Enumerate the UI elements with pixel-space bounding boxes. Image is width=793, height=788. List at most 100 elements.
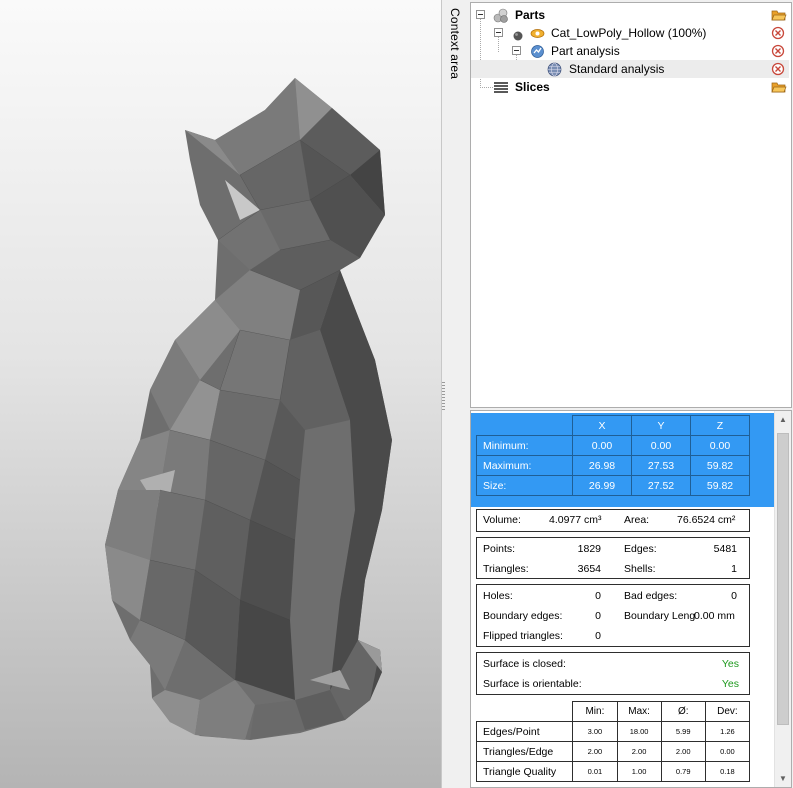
edges-label: Edges: xyxy=(624,543,657,555)
boundary-length-label: Boundary Leng xyxy=(624,610,696,622)
size-y: 27.52 xyxy=(631,475,691,496)
mesh-counts-box: Points: 1829 Edges: 5481 Triangles: 3654… xyxy=(476,537,750,579)
analysis-icon xyxy=(530,44,545,59)
stat-max: 2.00 xyxy=(616,741,662,762)
size-z: 59.82 xyxy=(690,475,750,496)
bad-edges-value: 0 xyxy=(731,590,737,602)
collapse-toggle[interactable] xyxy=(494,28,503,37)
area-label: Area: xyxy=(624,514,650,526)
collapse-toggle[interactable] xyxy=(512,46,521,55)
parts-tree[interactable]: Parts Cat_LowPoly_Hollow (100%) Part ana… xyxy=(470,2,792,408)
edges-value: 5481 xyxy=(713,543,737,555)
row-label: Minimum: xyxy=(476,435,573,456)
bad-edges-label: Bad edges: xyxy=(624,590,678,602)
max-y: 27.53 xyxy=(631,455,691,476)
surface-orientable-label: Surface is orientable: xyxy=(483,678,582,690)
remove-icon[interactable] xyxy=(771,44,785,58)
surface-orientable-value: Yes xyxy=(721,678,739,690)
tree-label: Slices xyxy=(515,80,550,94)
tree-row-parts[interactable]: Parts xyxy=(471,6,789,24)
3d-viewport[interactable] xyxy=(0,0,441,788)
triangles-value: 3654 xyxy=(577,563,601,575)
points-value: 1829 xyxy=(577,543,601,555)
analysis-panel: X Y Z Minimum: 0.00 0.00 0.00 Maximum: 2… xyxy=(470,410,792,788)
min-x: 0.00 xyxy=(572,435,632,456)
stat-min: 0.01 xyxy=(572,761,618,782)
tree-row-analysis[interactable]: Part analysis xyxy=(471,42,789,60)
header-x: X xyxy=(572,415,632,436)
stat-dev: 1.26 xyxy=(704,721,751,742)
tree-row-standard-analysis[interactable]: Standard analysis xyxy=(471,60,789,78)
tree-label: Standard analysis xyxy=(569,62,665,76)
parts-icon xyxy=(493,8,508,23)
row-label: Maximum: xyxy=(476,455,573,476)
boundary-edges-value: 0 xyxy=(595,610,601,622)
stat-dev: 0.18 xyxy=(704,761,751,782)
scrollbar-thumb[interactable] xyxy=(777,433,789,725)
area-value: 76.6524 cm² xyxy=(677,514,736,526)
stat-dev: 0.00 xyxy=(704,741,751,762)
tree-label: Part analysis xyxy=(551,44,620,58)
surface-closed-label: Surface is closed: xyxy=(483,658,566,670)
open-folder-icon[interactable] xyxy=(771,80,787,94)
row-label: Size: xyxy=(476,475,573,496)
corner-cell xyxy=(476,415,573,436)
remove-icon[interactable] xyxy=(771,26,785,40)
mesh-statistics-table: Min: Max: Ø: Dev: Edges/Point 3.00 18.00… xyxy=(475,701,751,782)
surface-closed-value: Yes xyxy=(721,658,739,670)
stat-avg: 5.99 xyxy=(660,721,706,742)
open-folder-icon[interactable] xyxy=(771,8,787,22)
header-y: Y xyxy=(631,415,691,436)
bounding-box-table: X Y Z Minimum: 0.00 0.00 0.00 Maximum: 2… xyxy=(476,415,750,496)
bounding-box-section: X Y Z Minimum: 0.00 0.00 0.00 Maximum: 2… xyxy=(471,413,774,507)
stat-max: 1.00 xyxy=(616,761,662,782)
stat-avg: 0.79 xyxy=(660,761,706,782)
tree-row-part[interactable]: Cat_LowPoly_Hollow (100%) xyxy=(471,24,789,42)
remove-icon[interactable] xyxy=(771,62,785,76)
min-y: 0.00 xyxy=(631,435,691,456)
stat-avg: 2.00 xyxy=(660,741,706,762)
stat-min: 2.00 xyxy=(572,741,618,762)
globe-icon xyxy=(547,62,562,77)
row-label: Triangle Quality xyxy=(475,761,574,782)
flipped-label: Flipped triangles: xyxy=(483,630,563,642)
surface-box: Surface is closed: Yes Surface is orient… xyxy=(476,652,750,695)
boundary-length-value: 0.00 mm xyxy=(694,610,735,622)
mesh-errors-box: Holes: 0 Bad edges: 0 Boundary edges: 0 … xyxy=(476,584,750,647)
volume-label: Volume: xyxy=(483,514,521,526)
context-area-label: Context area xyxy=(448,8,462,80)
cat-model-render xyxy=(105,78,392,740)
flipped-value: 0 xyxy=(595,630,601,642)
header-avg: Ø: xyxy=(660,701,706,722)
min-z: 0.00 xyxy=(690,435,750,456)
holes-label: Holes: xyxy=(483,590,513,602)
stat-max: 18.00 xyxy=(616,721,662,742)
shells-value: 1 xyxy=(731,563,737,575)
scroll-down-arrow-icon[interactable]: ▼ xyxy=(775,770,791,787)
vertical-scrollbar[interactable]: ▲ ▼ xyxy=(774,411,791,787)
visibility-dot-icon[interactable] xyxy=(513,28,523,41)
part-eye-icon xyxy=(530,26,545,41)
volume-area-box: Volume: 4.0977 cm³ Area: 76.6524 cm² xyxy=(476,509,750,532)
header-max: Max: xyxy=(616,701,662,722)
header-dev: Dev: xyxy=(704,701,751,722)
scroll-up-arrow-icon[interactable]: ▲ xyxy=(775,411,791,428)
collapse-toggle[interactable] xyxy=(476,10,485,19)
tree-label: Parts xyxy=(515,8,546,22)
tree-label: Cat_LowPoly_Hollow (100%) xyxy=(551,26,707,40)
splitter-handle[interactable] xyxy=(442,382,445,410)
header-min: Min: xyxy=(572,701,618,722)
corner-cell xyxy=(476,701,574,722)
context-area-tab[interactable]: Context area xyxy=(441,0,469,788)
volume-value: 4.0977 cm³ xyxy=(549,514,602,526)
triangles-label: Triangles: xyxy=(483,563,529,575)
shells-label: Shells: xyxy=(624,563,656,575)
size-x: 26.99 xyxy=(572,475,632,496)
header-z: Z xyxy=(690,415,750,436)
tree-row-slices[interactable]: Slices xyxy=(471,78,789,96)
points-label: Points: xyxy=(483,543,516,555)
max-x: 26.98 xyxy=(572,455,632,476)
app-window: Context area Parts Cat_LowPoly_Hollow (1… xyxy=(0,0,793,788)
row-label: Triangles/Edge xyxy=(475,741,574,762)
holes-value: 0 xyxy=(595,590,601,602)
